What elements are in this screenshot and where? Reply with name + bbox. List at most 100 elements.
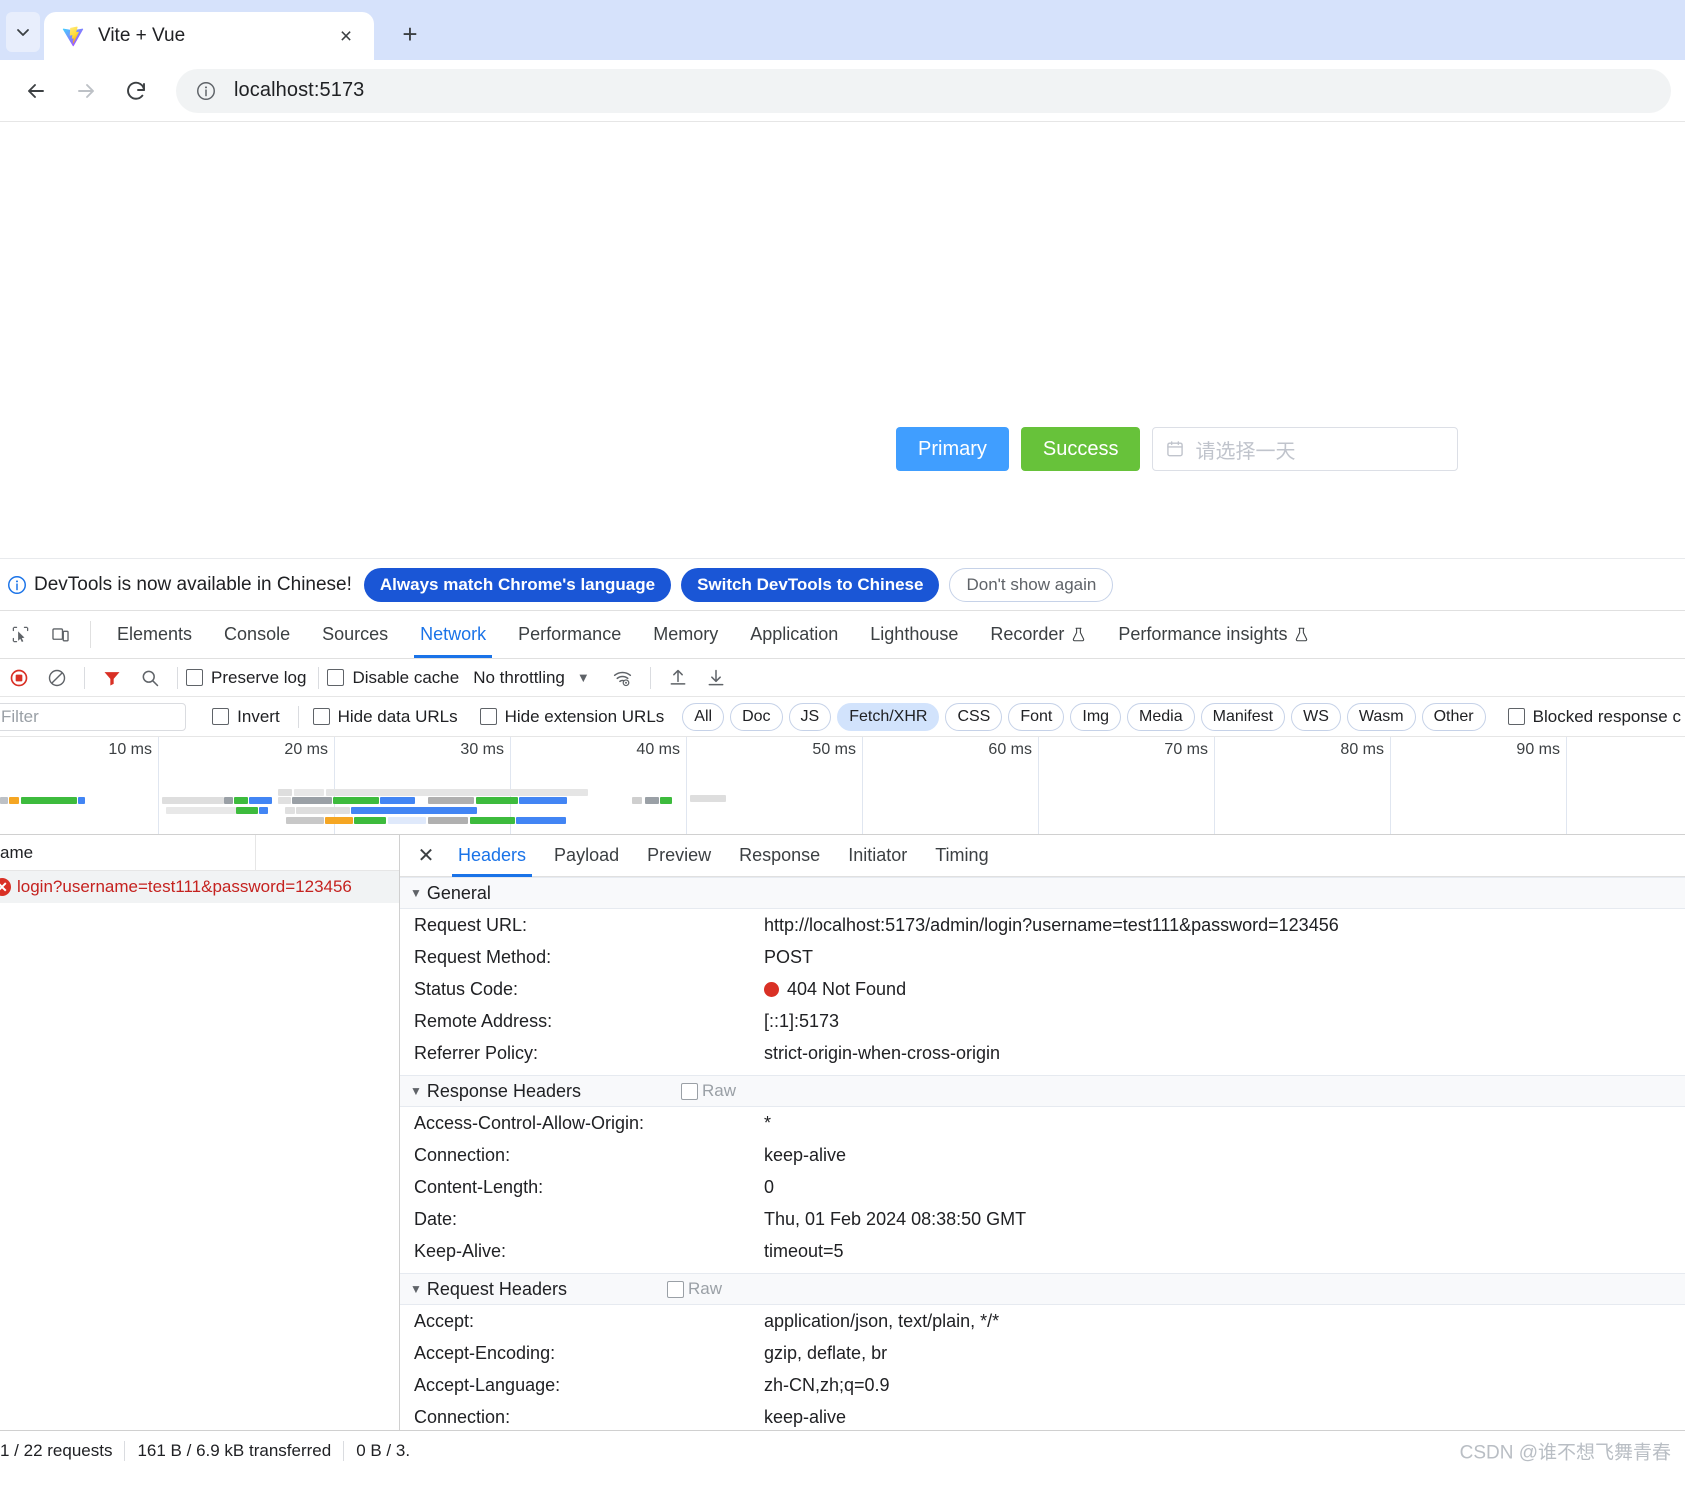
inspect-element-icon[interactable] [0,611,40,658]
type-filter-css[interactable]: CSS [945,702,1003,731]
raw-toggle-request-headers[interactable]: Raw [666,1279,722,1299]
wifi-settings-icon[interactable] [604,661,642,695]
network-body: ame ✕ login?username=test111&password=12… [0,835,1685,1431]
filter-funnel-icon[interactable] [93,661,131,695]
back-arrow-icon[interactable] [14,69,58,113]
export-har-icon[interactable] [697,661,735,695]
invert-checkbox[interactable]: Invert [212,707,280,727]
tab-recorder[interactable]: Recorder [974,611,1102,658]
record-stop-icon[interactable] [0,661,38,695]
disable-cache-checkbox[interactable]: Disable cache [327,668,459,688]
detail-row: Remote Address: [::1]:5173 [400,1005,1685,1037]
row-value: strict-origin-when-cross-origin [764,1043,1001,1063]
tab-console[interactable]: Console [208,611,306,658]
type-filter-manifest[interactable]: Manifest [1200,702,1286,731]
detail-tab-headers[interactable]: Headers [444,835,540,877]
divider [297,705,299,728]
preserve-log-checkbox[interactable]: Preserve log [186,668,306,688]
detail-tab-payload[interactable]: Payload [540,835,633,877]
primary-button[interactable]: Primary [896,427,1009,471]
row-value: application/json, text/plain, */* [764,1311,1000,1331]
row-key: Accept: [414,1311,475,1331]
chevron-down-icon[interactable]: ▼ [577,670,590,685]
section-header-general[interactable]: ▼ General [400,877,1685,909]
blocked-responses-checkbox[interactable]: Blocked response c [1507,707,1681,727]
close-icon[interactable]: ✕ [408,838,444,874]
request-list-header[interactable]: ame [0,835,399,871]
type-filter-doc[interactable]: Doc [730,702,783,731]
disable-cache-label: Disable cache [352,667,460,687]
switch-to-chinese-button[interactable]: Switch DevTools to Chinese [681,567,940,602]
tab-lighthouse[interactable]: Lighthouse [854,611,974,658]
dont-show-again-button[interactable]: Don't show again [949,567,1114,602]
hide-data-urls-checkbox[interactable]: Hide data URLs [312,707,458,727]
row-key: Request URL: [414,915,528,935]
row-value: timeout=5 [764,1241,844,1261]
type-filter-js[interactable]: JS [788,702,832,731]
success-button[interactable]: Success [1020,427,1141,471]
status-error-dot-icon [764,981,779,997]
date-picker-input[interactable]: 请选择一天 [1152,427,1459,471]
section-header-response-headers[interactable]: ▼ Response Headers Raw [400,1075,1685,1107]
timeline-tick-80ms: 80 ms [1340,741,1384,758]
network-toolbar: Preserve log Disable cache No throttling… [0,659,1685,697]
divider [84,666,85,689]
row-key: Referrer Policy: [414,1043,539,1063]
detail-tab-timing[interactable]: Timing [921,835,1002,877]
checkbox-box [312,708,330,725]
type-filter-ws[interactable]: WS [1291,702,1341,731]
checkbox-box [186,669,203,686]
checkbox-box [327,669,345,686]
new-tab-button[interactable]: + [390,14,430,54]
info-circle-icon[interactable] [192,77,220,105]
search-icon[interactable] [131,661,169,695]
tab-application[interactable]: Application [734,611,854,658]
type-filter-font[interactable]: Font [1008,702,1065,731]
tab-sources[interactable]: Sources [306,611,404,658]
error-status-icon: ✕ [0,878,11,896]
type-filter-media[interactable]: Media [1127,702,1195,731]
forward-arrow-icon[interactable] [64,69,108,113]
type-filter-img[interactable]: Img [1070,702,1122,731]
browser-tab[interactable]: Vite + Vue × [44,12,374,60]
detail-tab-initiator[interactable]: Initiator [834,835,921,877]
reload-icon[interactable] [114,69,158,113]
checkbox-box [212,708,230,725]
tab-search-chevron-down-icon[interactable] [6,12,40,52]
raw-toggle-response-headers[interactable]: Raw [680,1081,736,1101]
hide-extension-urls-checkbox[interactable]: Hide extension URLs [479,707,664,727]
row-value: keep-alive [764,1407,847,1427]
row-key: Request Method: [414,947,552,967]
section-body-response-headers: Access-Control-Allow-Origin: * Connection… [400,1107,1685,1273]
type-filter-all[interactable]: All [682,702,725,731]
tab-network[interactable]: Network [404,611,502,658]
address-bar-url: localhost:5173 [234,79,365,101]
network-overview-timeline[interactable]: 10 ms 20 ms 30 ms 40 ms 50 ms 60 ms 70 m… [0,737,1685,835]
close-icon[interactable]: × [332,22,360,50]
device-toolbar-icon[interactable] [40,611,80,658]
clear-icon[interactable] [38,661,76,695]
section-header-request-headers[interactable]: ▼ Request Headers Raw [400,1273,1685,1305]
tab-performance-insights[interactable]: Performance insights [1102,611,1325,658]
tab-performance[interactable]: Performance [502,611,637,658]
tab-recorder-label: Recorder [990,624,1065,644]
throttling-select-value[interactable]: No throttling [473,668,565,688]
invert-label: Invert [237,706,280,726]
detail-tab-preview[interactable]: Preview [633,835,725,877]
always-match-language-button[interactable]: Always match Chrome's language [363,567,672,602]
import-har-icon[interactable] [659,661,697,695]
detail-tab-response[interactable]: Response [725,835,834,877]
triangle-down-icon: ▼ [410,1084,422,1098]
type-filter-wasm[interactable]: Wasm [1346,702,1416,731]
address-bar[interactable]: localhost:5173 [176,68,1671,113]
type-filter-fetch-xhr[interactable]: Fetch/XHR [837,702,940,731]
tab-elements[interactable]: Elements [101,611,208,658]
section-title-request-headers: Request Headers [426,1278,567,1299]
row-value-status: 404 Not Found [764,977,906,1001]
timeline-tick-90ms: 90 ms [1516,741,1560,758]
type-filter-other[interactable]: Other [1421,702,1486,731]
request-list-row[interactable]: ✕ login?username=test111&password=123456 [0,871,399,903]
filter-input[interactable]: Filter [0,702,187,731]
tab-memory[interactable]: Memory [637,611,734,658]
row-key: Keep-Alive: [414,1241,507,1261]
